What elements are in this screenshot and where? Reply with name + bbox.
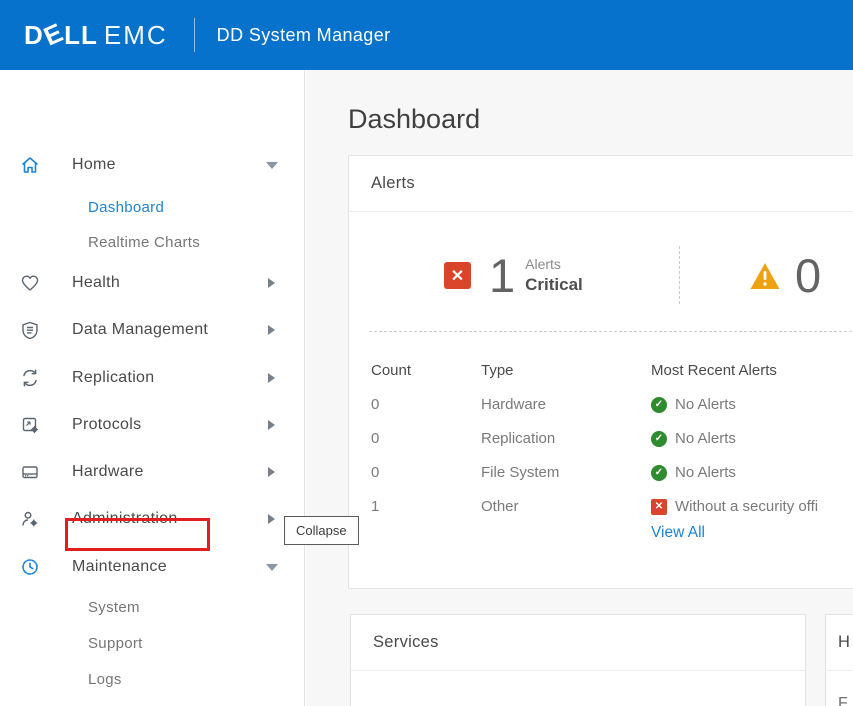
table-row: 0 Replication ✓ No Alerts — [349, 430, 853, 452]
right-panel-title: H — [826, 615, 853, 671]
sidebar-item-label: Maintenance — [72, 558, 167, 576]
table-row: 1 Other ✕ Without a security offi — [349, 498, 853, 520]
table-row: 0 Hardware ✓ No Alerts — [349, 396, 853, 418]
sidebar-item-label: Home — [72, 156, 116, 174]
shield-icon — [20, 320, 40, 340]
sidebar-item-health[interactable]: Health — [0, 270, 305, 296]
clock-icon — [20, 557, 40, 577]
sidebar-subitem-label: Dashboard — [88, 199, 164, 216]
sync-icon — [20, 368, 40, 388]
header-divider — [194, 18, 195, 52]
sidebar-item-ipmi[interactable]: IPMI — [0, 702, 305, 706]
chevron-down-icon[interactable] — [266, 162, 278, 169]
dell-emc-logo: DELL EMC — [24, 20, 168, 51]
chevron-right-icon[interactable] — [268, 514, 275, 524]
chevron-right-icon[interactable] — [268, 373, 275, 383]
sidebar-item-protocols[interactable]: Protocols — [0, 412, 305, 438]
app-header: DELL EMC DD System Manager — [0, 0, 853, 70]
cell-type: Replication — [481, 430, 555, 447]
cell-type: Hardware — [481, 396, 546, 413]
chevron-right-icon[interactable] — [268, 420, 275, 430]
right-panel: H F — [825, 614, 853, 706]
sidebar-item-hardware[interactable]: Hardware — [0, 459, 305, 485]
sidebar-item-label: Health — [72, 274, 120, 292]
critical-alerts-stat: ✕ 1 Alerts Critical — [444, 248, 583, 303]
sidebar-item-replication[interactable]: Replication — [0, 365, 305, 391]
critical-label-top: Alerts — [525, 256, 583, 274]
table-row: 0 File System ✓ No Alerts — [349, 464, 853, 486]
cell-message: No Alerts — [675, 396, 736, 413]
ok-status-icon: ✓ — [651, 397, 667, 413]
ok-status-icon: ✓ — [651, 465, 667, 481]
warning-alerts-stat: 0 — [749, 248, 821, 303]
sidebar-subitem-label: Logs — [88, 671, 122, 688]
collapse-tooltip: Collapse — [284, 516, 359, 545]
page-title: Dashboard — [348, 104, 480, 135]
critical-count: 1 — [489, 248, 515, 303]
services-panel: Services — [350, 614, 806, 706]
cell-type: File System — [481, 464, 559, 481]
sidebar-item-support[interactable]: Support — [0, 630, 305, 656]
protocols-icon — [20, 415, 40, 435]
critical-x-icon: ✕ — [444, 262, 471, 289]
main-content: Dashboard Alerts ✕ 1 Alerts Critical 0 C… — [306, 70, 853, 706]
critical-label-bottom: Critical — [525, 274, 583, 295]
sidebar-item-data-management[interactable]: Data Management — [0, 317, 305, 343]
sidebar-item-label: Hardware — [72, 463, 144, 481]
system-highlight-box — [65, 518, 210, 551]
sidebar-item-label: Data Management — [72, 321, 208, 339]
heart-icon — [20, 273, 40, 293]
app-title: DD System Manager — [217, 25, 391, 46]
cell-message: Without a security offi — [675, 498, 818, 515]
cell-count: 0 — [371, 430, 379, 447]
chevron-right-icon[interactable] — [268, 278, 275, 288]
alerts-table-header: Count Type Most Recent Alerts — [349, 362, 853, 384]
sidebar-item-home[interactable]: Home — [0, 152, 305, 178]
sidebar-subitem-label: Support — [88, 635, 143, 652]
sidebar-item-logs[interactable]: Logs — [0, 666, 305, 692]
chevron-right-icon[interactable] — [268, 467, 275, 477]
cell-count: 0 — [371, 464, 379, 481]
cell-count: 0 — [371, 396, 379, 413]
ok-status-icon: ✓ — [651, 431, 667, 447]
critical-status-icon: ✕ — [651, 499, 667, 515]
alerts-panel-title: Alerts — [349, 156, 853, 212]
sidebar-item-system[interactable]: System — [0, 594, 305, 620]
chevron-right-icon[interactable] — [268, 325, 275, 335]
column-header-type: Type — [481, 362, 514, 379]
home-icon — [20, 155, 40, 175]
sidebar-nav: Home Dashboard Realtime Charts Health Da… — [0, 70, 305, 706]
alerts-panel: Alerts ✕ 1 Alerts Critical 0 Count Type … — [348, 155, 853, 589]
sidebar-subitem-label: System — [88, 599, 140, 616]
logo-dell-text: DELL — [24, 20, 98, 51]
logo-emc-text: EMC — [104, 20, 168, 51]
right-panel-row-fragment: F — [838, 695, 848, 706]
services-panel-title: Services — [351, 615, 805, 671]
sidebar-item-maintenance[interactable]: Maintenance — [0, 554, 305, 580]
chevron-down-icon[interactable] — [266, 564, 278, 571]
drive-icon — [20, 462, 40, 482]
sidebar-item-dashboard[interactable]: Dashboard — [0, 194, 305, 220]
sidebar-item-label: Protocols — [72, 416, 141, 434]
column-header-count: Count — [371, 362, 411, 379]
stat-divider — [679, 246, 680, 304]
cell-message: No Alerts — [675, 430, 736, 447]
dashed-separator — [369, 331, 853, 332]
column-header-recent: Most Recent Alerts — [651, 362, 777, 379]
warning-count: 0 — [795, 248, 821, 303]
warning-triangle-icon — [749, 261, 781, 291]
sidebar-item-label: Replication — [72, 369, 154, 387]
cell-type: Other — [481, 498, 519, 515]
cell-count: 1 — [371, 498, 379, 515]
cell-message: No Alerts — [675, 464, 736, 481]
sidebar-subitem-label: Realtime Charts — [88, 234, 200, 251]
view-all-link[interactable]: View All — [651, 524, 705, 542]
sidebar-item-realtime-charts[interactable]: Realtime Charts — [0, 229, 305, 255]
admin-gear-icon — [20, 509, 40, 529]
